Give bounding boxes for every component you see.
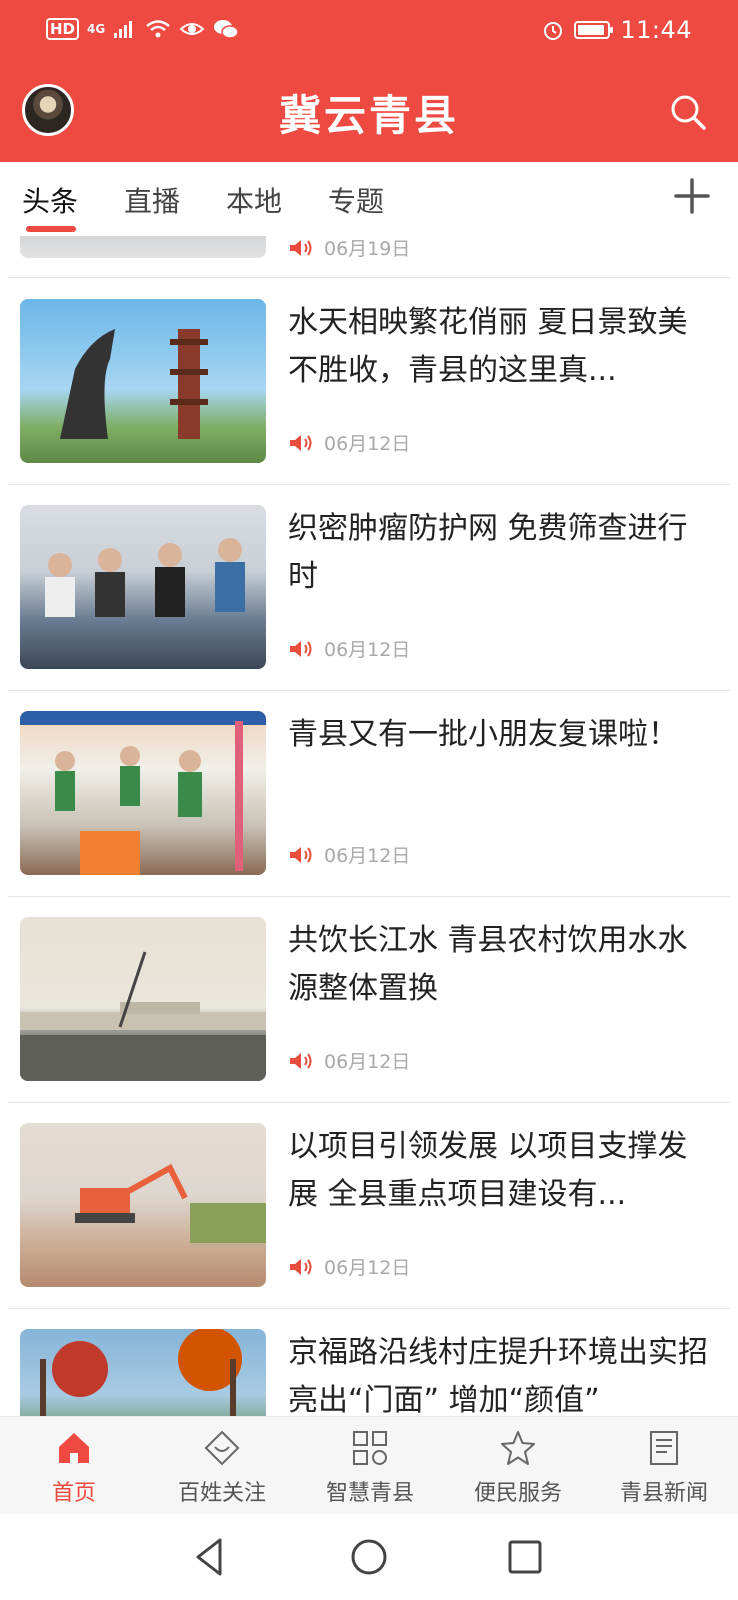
item-date: 06月12日 [324,639,411,661]
nav-news[interactable]: 青县新闻 [590,1417,738,1515]
tab-local[interactable]: 本地 [226,180,282,220]
list-item[interactable]: 青县又有一批小朋友复课啦！ 06月12日 [8,691,730,897]
network-type: 4G [87,22,106,36]
active-tab-indicator [26,226,76,232]
thumbnail-art [40,1329,242,1416]
item-title: 共饮长江水 青县农村饮用水水源整体置换 [288,923,688,1006]
bottom-navigation: 首页 百姓关注 智慧青县 便民服务 青县新闻 [0,1416,738,1514]
item-date: 06月19日 [324,238,411,260]
star-icon [501,1431,535,1465]
home-button-icon[interactable] [346,1534,392,1580]
thumbnail-art [75,1163,266,1243]
channel-tabs: 头条 直播 本地 专题 [0,162,738,236]
list-item[interactable]: 织密肿瘤防护网 免费筛查进行时 06月12日 [8,485,730,691]
signal-icon [114,21,133,38]
item-date: 06月12日 [324,1051,411,1073]
audio-icon [290,846,312,863]
audio-icon [290,640,312,657]
header: HD 4G 11:44 冀云青县 [0,0,738,162]
item-title: 以项目引领发展 以项目支撑发展 全县重点项目建设有... [288,1129,688,1212]
news-thumbnail [20,1329,266,1416]
system-navigation [0,1514,738,1600]
news-thumbnail [20,711,266,875]
item-meta: 06月12日 [288,841,410,868]
item-meta: 06月12日 [288,429,410,456]
audio-icon [290,434,312,451]
app-title: 冀云青县 [278,91,459,140]
thumbnail-art [20,711,266,875]
item-meta: 06月12日 [288,1047,410,1074]
home-icon [59,1433,89,1463]
audio-icon [290,1052,312,1069]
back-icon[interactable] [188,1534,234,1580]
item-date: 06月12日 [324,433,411,455]
nav-home[interactable]: 首页 [0,1417,148,1515]
tab-topics[interactable]: 专题 [328,180,384,220]
news-thumbnail [20,1123,266,1287]
item-date: 06月12日 [324,845,411,867]
nav-label: 首页 [51,1481,96,1506]
list-item[interactable]: 京福路沿线村庄提升环境出实招 亮出“门面” 增加“颜值” [8,1309,730,1416]
news-thumbnail [20,505,266,669]
list-item[interactable]: 06月19日 [8,236,730,278]
thumbnail-art [20,951,266,1081]
list-item[interactable]: 共饮长江水 青县农村饮用水水源整体置换 06月12日 [8,897,730,1103]
tab-live[interactable]: 直播 [124,180,180,220]
audio-icon [290,239,312,256]
battery-icon [574,21,614,39]
alarm-icon [544,22,563,40]
thumbnail-art [60,329,208,439]
item-meta: 06月12日 [288,635,410,662]
eye-icon [179,23,205,35]
item-meta: 06月12日 [288,1253,410,1280]
recents-icon[interactable] [502,1534,548,1580]
item-date: 06月12日 [324,1257,411,1279]
app-screen: HD 4G 11:44 冀云青县 头条 直播 本地 专题 06月19日 水天相映… [0,0,738,1600]
nav-label: 智慧青县 [325,1481,414,1506]
list-item[interactable]: 水天相映繁花俏丽 夏日景致美不胜收，青县的这里真... 06月12日 [8,279,730,485]
wifi-icon [146,20,171,38]
status-right: 11:44 [542,16,692,44]
item-title: 织密肿瘤防护网 免费筛查进行时 [288,511,688,594]
item-title: 青县又有一批小朋友复课啦！ [288,717,678,752]
nav-label: 百姓关注 [177,1481,266,1506]
news-thumbnail [20,236,266,258]
heart-diamond-icon [204,1430,240,1466]
audio-icon [290,1258,312,1275]
item-title: 水天相映繁花俏丽 夏日景致美不胜收，青县的这里真... [288,305,688,388]
news-icon [650,1431,678,1465]
add-channel-icon[interactable] [674,178,710,214]
nav-label: 青县新闻 [619,1481,708,1506]
wechat-icon [214,20,239,39]
status-left: HD 4G [46,18,239,40]
list-item[interactable]: 以项目引领发展 以项目支撑发展 全县重点项目建设有... 06月12日 [8,1103,730,1309]
item-meta: 06月19日 [288,236,410,261]
clock: 11:44 [620,16,692,44]
item-title: 京福路沿线村庄提升环境出实招 亮出“门面” 增加“颜值” [288,1335,708,1416]
app-bar: 冀云青县 [0,62,738,162]
hd-indicator: HD [46,18,80,40]
nav-smart-county[interactable]: 智慧青县 [296,1417,444,1515]
nav-public-concern[interactable]: 百姓关注 [148,1417,296,1515]
thumbnail-art [45,538,245,617]
nav-label: 便民服务 [473,1481,562,1506]
grid-icon [353,1431,387,1465]
news-feed[interactable]: 06月19日 水天相映繁花俏丽 夏日景致美不胜收，青县的这里真... 06月12… [0,236,738,1416]
nav-services[interactable]: 便民服务 [444,1417,592,1515]
search-icon[interactable] [668,92,708,132]
news-thumbnail [20,917,266,1081]
status-bar: HD 4G 11:44 [0,0,738,62]
news-thumbnail [20,299,266,463]
tab-headlines[interactable]: 头条 [22,180,78,220]
